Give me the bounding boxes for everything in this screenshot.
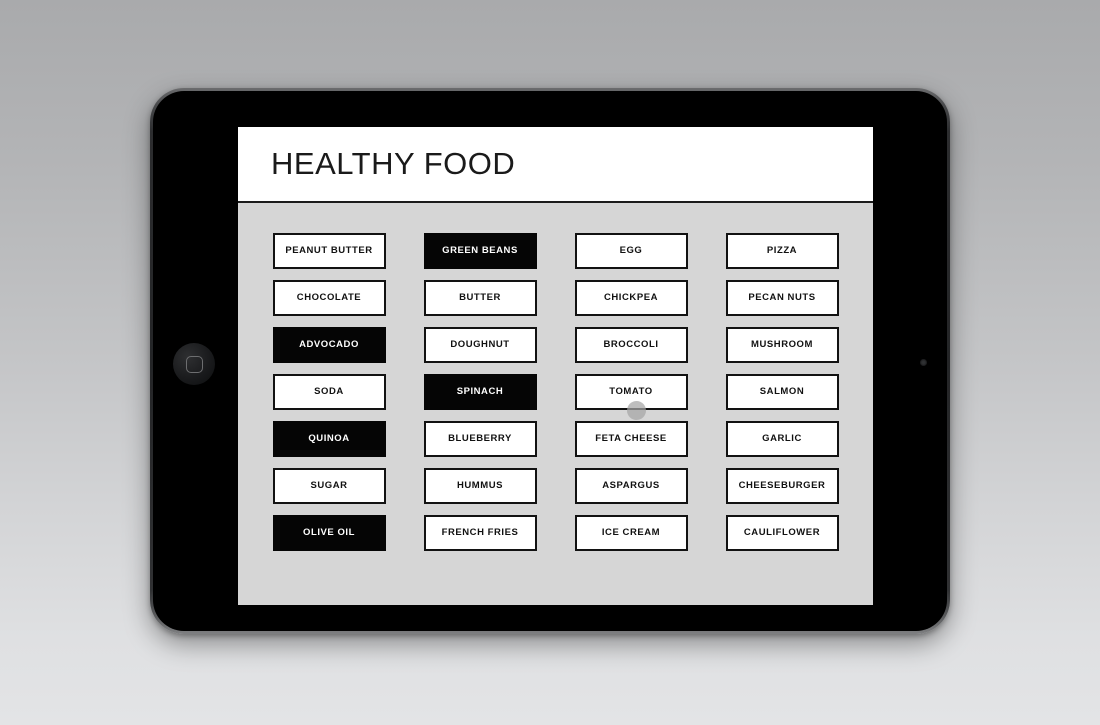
food-button[interactable]: GREEN BEANS — [423, 233, 537, 269]
food-button[interactable]: FETA CHEESE — [574, 421, 688, 457]
food-button[interactable]: PEANUT BUTTER — [272, 233, 386, 269]
home-rounded-square-icon — [185, 355, 203, 373]
food-button[interactable]: SODA — [272, 374, 386, 410]
food-button[interactable]: CHOCOLATE — [272, 280, 386, 316]
front-camera-icon — [920, 359, 927, 366]
app-body: PEANUT BUTTER GREEN BEANS EGG PIZZA CHOCOLAT… — [238, 203, 873, 605]
food-button[interactable]: SALMON — [725, 374, 839, 410]
food-button[interactable]: BUTTER — [423, 280, 537, 316]
food-grid: PEANUT BUTTER GREEN BEANS EGG PIZZA CHOCOLAT… — [272, 233, 839, 585]
home-button[interactable] — [173, 343, 215, 385]
food-button[interactable]: ASPARGUS — [574, 468, 688, 504]
app-header: HEALTHY FOOD — [238, 127, 873, 203]
food-button[interactable]: BROCCOLI — [574, 327, 688, 363]
food-button[interactable]: QUINOA — [272, 421, 386, 457]
food-button[interactable]: CHEESEBURGER — [725, 468, 839, 504]
food-button[interactable]: ICE CREAM — [574, 515, 688, 551]
food-button[interactable]: SUGAR — [272, 468, 386, 504]
food-button[interactable]: GARLIC — [725, 421, 839, 457]
food-button[interactable]: DOUGHNUT — [423, 327, 537, 363]
food-button[interactable]: EGG — [574, 233, 688, 269]
food-button[interactable]: PECAN NUTS — [725, 280, 839, 316]
food-button[interactable]: CAULIFLOWER — [725, 515, 839, 551]
food-button[interactable]: HUMMUS — [423, 468, 537, 504]
food-button[interactable]: ADVOCADO — [272, 327, 386, 363]
tablet-body: HEALTHY FOOD PEANUT BUTTER GREEN BEANS EGG… — [153, 91, 947, 631]
tablet-device: HEALTHY FOOD PEANUT BUTTER GREEN BEANS EGG… — [150, 88, 950, 634]
food-button[interactable]: OLIVE OIL — [272, 515, 386, 551]
tablet-screen: HEALTHY FOOD PEANUT BUTTER GREEN BEANS EGG… — [238, 127, 873, 605]
food-button[interactable]: TOMATO — [574, 374, 688, 410]
food-button[interactable]: FRENCH FRIES — [423, 515, 537, 551]
food-button[interactable]: MUSHROOM — [725, 327, 839, 363]
food-button[interactable]: SPINACH — [423, 374, 537, 410]
page-title: HEALTHY FOOD — [271, 146, 516, 181]
food-button[interactable]: PIZZA — [725, 233, 839, 269]
food-button[interactable]: BLUEBERRY — [423, 421, 537, 457]
food-button[interactable]: CHICKPEA — [574, 280, 688, 316]
